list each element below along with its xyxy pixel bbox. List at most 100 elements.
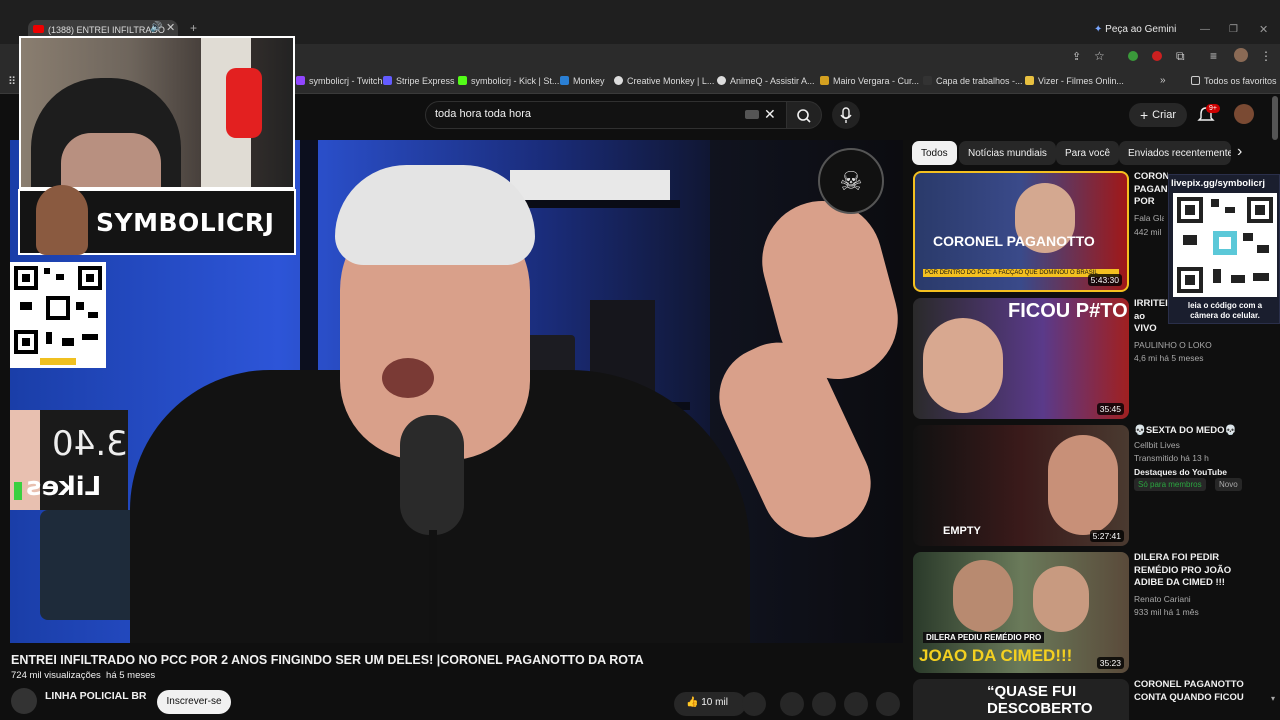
share-button[interactable]: [780, 692, 804, 716]
bookmark-star-icon[interactable]: ☆: [1094, 49, 1105, 63]
related-channel[interactable]: Cellbit Lives: [1134, 440, 1180, 450]
related-thumbnail[interactable]: FICOU P#TO 35:45: [913, 298, 1129, 419]
like-button[interactable]: 👍 10 mil: [674, 692, 746, 716]
extension-green-icon[interactable]: [1128, 51, 1138, 61]
bookmark-item[interactable]: symbolicrj - Kick | St...: [458, 76, 559, 86]
thumb-person: [923, 318, 1003, 413]
globe-icon: [717, 76, 726, 85]
related-thumbnail[interactable]: EMPTY 5:27:41: [913, 425, 1129, 546]
tab-audio-icon[interactable]: 🔊: [150, 22, 162, 33]
window-close-icon[interactable]: ✕: [1259, 23, 1268, 36]
kick-icon: [458, 76, 467, 85]
new-tab-icon[interactable]: +: [190, 21, 197, 35]
tab-title: (1388) ENTREI INFILTRADO: [48, 25, 165, 35]
extensions-puzzle-icon[interactable]: ⧉: [1176, 49, 1185, 64]
search-input[interactable]: toda hora toda hora: [425, 101, 787, 129]
upload-date: há 5 meses: [106, 670, 156, 681]
bookmark-item[interactable]: Creative Monkey | L...: [614, 76, 714, 86]
related-title[interactable]: CORONEL PAGANOTTO POR DENTRO DO F4CÇÃO: [1134, 171, 1168, 209]
chip-world-news[interactable]: Notícias mundiais: [959, 141, 1056, 165]
search-button[interactable]: [786, 101, 822, 129]
create-label: Criar: [1152, 109, 1177, 121]
bookmark-item[interactable]: AnimeQ - Assistir A...: [717, 76, 815, 86]
likes-label: Likes: [26, 472, 102, 502]
related-channel[interactable]: Fala Glauber: [1134, 213, 1164, 223]
extension-red-icon[interactable]: [1152, 51, 1162, 61]
chip-for-you[interactable]: Para você: [1056, 141, 1120, 165]
related-thumbnail[interactable]: “QUASE FUI DESCOBERTO: [913, 679, 1129, 720]
clear-search-icon[interactable]: ✕: [764, 106, 776, 123]
qr-icon: [1177, 197, 1273, 293]
related-thumbnail[interactable]: CORONEL PAGANOTTO POR DENTRO DO PCC: A F…: [913, 171, 1129, 292]
dislike-button[interactable]: [742, 692, 766, 716]
subscribe-button[interactable]: Inscrever-se: [157, 690, 231, 714]
related-thumbnail[interactable]: DILERA PEDIU REMÉDIO PRO JOAO DA CIMED!!…: [913, 552, 1129, 673]
qr-caption: livepix.gg/symbolicrj: [1171, 178, 1265, 189]
related-highlight: Destaques do YouTube: [1134, 467, 1228, 477]
more-bookmarks-icon[interactable]: »: [1160, 75, 1166, 86]
mic-stand: [429, 530, 437, 643]
notification-badge: 9+: [1206, 104, 1220, 113]
capa-icon: [923, 76, 932, 85]
scroll-down-icon[interactable]: ▾: [1271, 694, 1275, 703]
chrome-menu-icon[interactable]: ⋮: [1260, 49, 1272, 63]
duration-badge: 5:27:41: [1089, 530, 1124, 542]
clip-button[interactable]: [812, 692, 836, 716]
likes-bar: [14, 482, 22, 500]
keyboard-icon[interactable]: [745, 110, 759, 119]
plus-icon: +: [1139, 107, 1149, 123]
page-scrollbar[interactable]: [1272, 96, 1278, 140]
gemini-label: Peça ao Gemini: [1105, 24, 1177, 35]
minimize-icon[interactable]: —: [1200, 24, 1210, 35]
chip-todos[interactable]: Todos: [912, 141, 957, 165]
voice-search-button[interactable]: [832, 101, 860, 129]
qr-instruction: leia o código com a câmera do celular.: [1187, 301, 1263, 320]
livepix-qr-overlay: livepix.gg/symbolicrj leia o código com …: [1168, 174, 1280, 324]
stripe-icon: [383, 76, 392, 85]
media-control-icon[interactable]: ≡: [1210, 49, 1217, 63]
thumb-text: EMPTY: [943, 525, 981, 537]
podcast-microphone: [400, 415, 464, 535]
apps-grid-icon[interactable]: ⠿: [8, 75, 16, 88]
thumbs-up-icon: 👍: [686, 697, 702, 708]
more-actions-button[interactable]: [876, 692, 900, 716]
gemini-button[interactable]: ✦ Peça ao Gemini: [1094, 24, 1176, 35]
streamer-name-banner: SYMBOLICRJ: [18, 185, 296, 255]
profile-icon[interactable]: [1234, 48, 1248, 62]
thumb-person: [953, 560, 1013, 632]
channel-name[interactable]: LINHA POLICIAL BR: [45, 690, 147, 702]
account-avatar[interactable]: [1234, 104, 1254, 124]
related-meta: Transmitido há 13 h: [1134, 453, 1209, 463]
streamer-avatar: [36, 185, 88, 255]
bookmark-item[interactable]: Vizer - Filmes Onlin...: [1025, 76, 1124, 86]
mairo-icon: [820, 76, 829, 85]
bookmark-label: AnimeQ - Assistir A...: [730, 76, 815, 86]
save-button[interactable]: [844, 692, 868, 716]
install-icon[interactable]: ⇪: [1072, 50, 1081, 63]
red-microphone: [226, 68, 262, 138]
related-title[interactable]: DILERA FOI PEDIR REMÉDIO PRO JOÃO ADIBE …: [1134, 552, 1262, 590]
bookmark-item[interactable]: Mairo Vergara - Cur...: [820, 76, 919, 86]
duration-badge: 35:23: [1096, 657, 1124, 669]
thumb-subtext: DILERA PEDIU REMÉDIO PRO: [923, 632, 1045, 643]
chips-next-icon[interactable]: ›: [1237, 143, 1242, 161]
bookmark-item[interactable]: Monkey: [560, 76, 605, 86]
create-button[interactable]: + Criar: [1129, 103, 1187, 127]
channel-avatar[interactable]: [11, 688, 37, 714]
related-title[interactable]: 💀SEXTA DO MEDO💀: [1134, 425, 1262, 438]
bookmark-item[interactable]: Capa de trabalhos -...: [923, 76, 1023, 86]
bookmark-item[interactable]: Stripe Express: [383, 76, 455, 86]
related-channel[interactable]: Renato Cariani: [1134, 594, 1191, 604]
maximize-icon[interactable]: ❐: [1229, 24, 1238, 35]
bookmark-label: symbolicrj - Twitch: [309, 76, 383, 86]
bookmark-item[interactable]: symbolicrj - Twitch: [296, 76, 382, 86]
tab-close-icon[interactable]: ✕: [166, 21, 175, 34]
all-bookmarks-folder[interactable]: Todos os favoritos: [1191, 76, 1277, 86]
chip-recently-uploaded[interactable]: Enviados recentemente: [1119, 141, 1231, 165]
twitch-icon: [296, 76, 305, 85]
thumb-text: FICOU P#TO: [1008, 300, 1128, 322]
related-channel[interactable]: PAULINHO O LOKO: [1134, 340, 1212, 350]
related-title[interactable]: IRRITEI ao VIVO (Paulinho o LOKO): [1134, 298, 1168, 336]
qr-code-right: [1173, 193, 1277, 297]
related-title[interactable]: CORONEL PAGANOTTO CONTA QUANDO FICOU: [1134, 679, 1262, 704]
